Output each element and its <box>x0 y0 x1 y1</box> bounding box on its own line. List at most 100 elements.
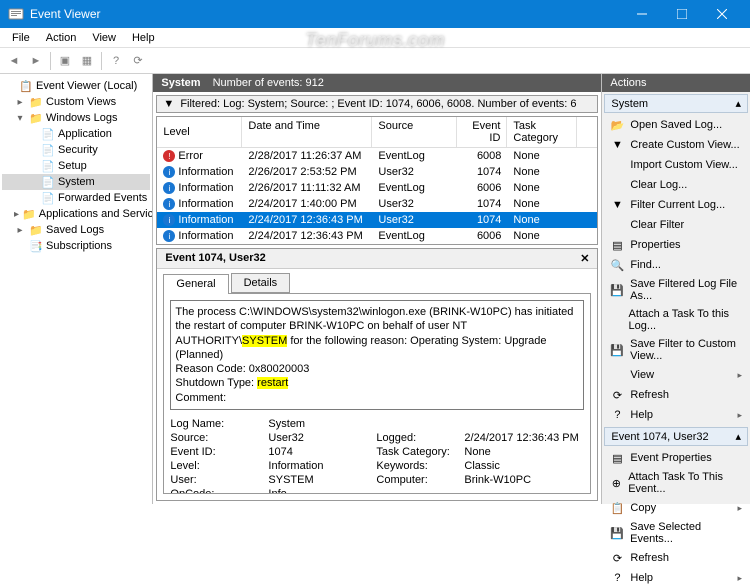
tab-details[interactable]: Details <box>231 273 291 293</box>
funnel-icon: ▼ <box>610 138 624 152</box>
log-title: System <box>161 77 200 89</box>
detail-close-button[interactable]: ✕ <box>580 252 589 265</box>
actions-header: Actions <box>602 74 750 92</box>
tree-app[interactable]: 📄Application <box>2 126 150 142</box>
tree-saved[interactable]: ▸📁Saved Logs <box>2 222 150 238</box>
action-clear-log[interactable]: Clear Log... <box>604 175 748 195</box>
action-create-custom[interactable]: ▼Create Custom View... <box>604 135 748 155</box>
table-row[interactable]: iInformation2/24/2017 12:36:43 PMEventLo… <box>157 228 597 244</box>
info-icon: i <box>163 182 175 194</box>
actions-section-event[interactable]: Event 1074, User32▴ <box>604 427 748 446</box>
grid-header[interactable]: Level Date and Time Source Event ID Task… <box>157 117 597 148</box>
app-icon <box>8 6 24 22</box>
filter-text: Filtered: Log: System; Source: ; Event I… <box>180 98 576 110</box>
action-attach-task[interactable]: Attach a Task To this Log... <box>604 305 748 335</box>
tab-general[interactable]: General <box>163 274 228 294</box>
menu-help[interactable]: Help <box>124 30 163 46</box>
event-grid: Level Date and Time Source Event ID Task… <box>156 116 598 245</box>
copy-icon: 📋 <box>610 501 624 515</box>
menu-file[interactable]: File <box>4 30 38 46</box>
action-find[interactable]: 🔍Find... <box>604 255 748 275</box>
table-row[interactable]: iInformation2/24/2017 12:36:43 PMUser321… <box>157 212 597 228</box>
detail-title: Event 1074, User32 <box>165 252 265 265</box>
menubar: File Action View Help <box>0 28 750 48</box>
refresh-icon[interactable]: ⟳ <box>128 51 148 71</box>
action-save-selected[interactable]: 💾Save Selected Events... <box>604 518 748 548</box>
tree-system[interactable]: 📄System <box>2 174 150 190</box>
col-taskcat: Task Category <box>507 117 577 147</box>
filter-icon[interactable]: ▦ <box>77 51 97 71</box>
action-properties[interactable]: ▤Properties <box>604 235 748 255</box>
table-row[interactable]: !Error2/28/2017 11:26:37 AMEventLog6008N… <box>157 148 597 164</box>
actions-section-system[interactable]: System▴ <box>604 94 748 113</box>
action-filter-log[interactable]: ▼Filter Current Log... <box>604 195 748 215</box>
toolbar: ◄ ► ▣ ▦ ? ⟳ <box>0 48 750 74</box>
col-datetime: Date and Time <box>242 117 372 147</box>
save-icon: 💾 <box>610 526 624 540</box>
tree-custom[interactable]: ▸📁Custom Views <box>2 94 150 110</box>
info-icon: i <box>163 198 175 210</box>
close-button[interactable] <box>702 0 742 28</box>
action-refresh-2[interactable]: ⟳Refresh <box>604 548 748 568</box>
collapse-icon: ▴ <box>735 430 741 443</box>
info-icon: i <box>163 166 175 178</box>
table-row[interactable]: iInformation2/24/2017 1:40:00 PMUser3210… <box>157 196 597 212</box>
tree-subs[interactable]: 📑Subscriptions <box>2 238 150 254</box>
minimize-button[interactable] <box>622 0 662 28</box>
tree-root[interactable]: 📋Event Viewer (Local) <box>2 78 150 94</box>
action-copy[interactable]: 📋Copy▸ <box>604 498 748 518</box>
tree-appsvc[interactable]: ▸📁Applications and Services Logs <box>2 206 150 222</box>
table-row[interactable]: iInformation2/26/2017 2:53:52 PMUser3210… <box>157 164 597 180</box>
col-source: Source <box>372 117 457 147</box>
funnel-icon: ▼ <box>610 198 624 212</box>
table-row[interactable]: iInformation2/26/2017 11:11:32 AMEventLo… <box>157 180 597 196</box>
event-description: The process C:\WINDOWS\system32\winlogon… <box>170 300 584 410</box>
action-event-properties[interactable]: ▤Event Properties <box>604 448 748 468</box>
detail-pane: Event 1074, User32 ✕ General Details The… <box>156 248 598 501</box>
up-button[interactable]: ▣ <box>55 51 75 71</box>
refresh-icon: ⟳ <box>610 551 624 565</box>
info-icon: i <box>163 214 175 226</box>
properties-icon: ▤ <box>610 238 624 252</box>
event-properties: Log Name:System Source:User32Logged:2/24… <box>170 418 584 494</box>
tree-winlogs[interactable]: ▾📁Windows Logs <box>2 110 150 126</box>
action-open-saved[interactable]: 📂Open Saved Log... <box>604 115 748 135</box>
save-icon: 💾 <box>610 343 624 357</box>
maximize-button[interactable] <box>662 0 702 28</box>
col-eventid: Event ID <box>457 117 507 147</box>
properties-icon: ▤ <box>610 451 624 465</box>
tree-fwd[interactable]: 📄Forwarded Events <box>2 190 150 206</box>
action-refresh[interactable]: ⟳Refresh <box>604 385 748 405</box>
action-help[interactable]: ?Help▸ <box>604 405 748 425</box>
action-view[interactable]: View▸ <box>604 365 748 385</box>
help-icon[interactable]: ? <box>106 51 126 71</box>
action-save-filtered[interactable]: 💾Save Filtered Log File As... <box>604 275 748 305</box>
menu-view[interactable]: View <box>84 30 124 46</box>
tree-setup[interactable]: 📄Setup <box>2 158 150 174</box>
funnel-icon: ▼ <box>163 98 174 110</box>
back-button[interactable]: ◄ <box>4 51 24 71</box>
refresh-icon: ⟳ <box>610 388 624 402</box>
collapse-icon: ▴ <box>735 97 741 110</box>
tree-security[interactable]: 📄Security <box>2 142 150 158</box>
action-clear-filter[interactable]: Clear Filter <box>604 215 748 235</box>
titlebar: Event Viewer <box>0 0 750 28</box>
window-title: Event Viewer <box>30 7 622 21</box>
filter-bar: ▼ Filtered: Log: System; Source: ; Event… <box>156 95 598 113</box>
help-icon: ? <box>610 571 624 585</box>
find-icon: 🔍 <box>610 258 624 272</box>
action-help-2[interactable]: ?Help▸ <box>604 568 748 588</box>
center-panel: System Number of events: 912 ▼ Filtered:… <box>153 74 602 504</box>
save-icon: 💾 <box>610 283 624 297</box>
actions-panel: Actions System▴ 📂Open Saved Log... ▼Crea… <box>602 74 750 504</box>
action-save-filter-custom[interactable]: 💾Save Filter to Custom View... <box>604 335 748 365</box>
tree-panel: 📋Event Viewer (Local) ▸📁Custom Views ▾📁W… <box>0 74 153 504</box>
action-attach-event-task[interactable]: ⊕Attach Task To This Event... <box>604 468 748 498</box>
help-icon: ? <box>610 408 624 422</box>
event-count: Number of events: 912 <box>213 77 324 89</box>
error-icon: ! <box>163 150 175 162</box>
center-header: System Number of events: 912 <box>153 74 601 92</box>
forward-button[interactable]: ► <box>26 51 46 71</box>
menu-action[interactable]: Action <box>38 30 85 46</box>
action-import-custom[interactable]: Import Custom View... <box>604 155 748 175</box>
